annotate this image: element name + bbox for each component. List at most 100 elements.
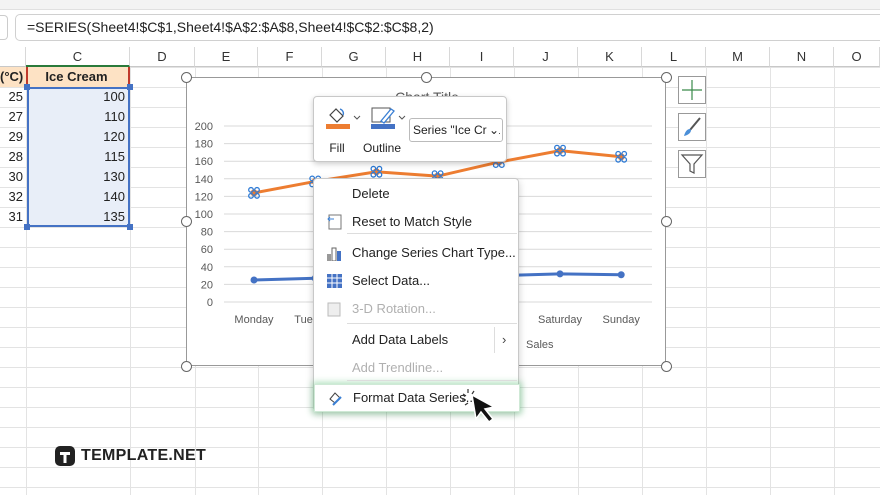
cell-C6[interactable]: 130 — [28, 167, 128, 187]
y-tick-label: 160 — [195, 156, 213, 168]
resize-handle[interactable] — [181, 72, 192, 83]
column-header-O[interactable]: O — [834, 47, 880, 67]
menu-divider — [347, 380, 517, 381]
column-header-N[interactable]: N — [770, 47, 834, 67]
x-tick-label: Saturday — [538, 314, 583, 326]
rotation-icon — [327, 302, 341, 317]
chart-type-icon — [327, 247, 341, 261]
column-header-H[interactable]: H — [386, 47, 450, 67]
menu-divider — [347, 323, 517, 324]
data-point[interactable] — [250, 276, 258, 284]
menu-item-add-data-labels[interactable]: Add Data Labels › — [314, 327, 520, 353]
x-tick-label: Monday — [234, 314, 274, 326]
column-header-J[interactable]: J — [514, 47, 578, 67]
resize-handle[interactable] — [661, 216, 672, 227]
cell-B4[interactable]: 29 — [0, 127, 26, 147]
cell-B5[interactable]: 28 — [0, 147, 26, 167]
filter-icon — [680, 154, 704, 174]
logo-text: TEMPLATE.NET — [81, 447, 207, 464]
y-tick-label: 180 — [195, 139, 213, 151]
cell-C8[interactable]: 135 — [28, 207, 128, 227]
format-series-icon — [329, 392, 342, 406]
fill-button[interactable]: Fill — [324, 105, 364, 160]
menu-divider — [347, 233, 517, 234]
cell-C5[interactable]: 115 — [28, 147, 128, 167]
column-header-G[interactable]: G — [322, 47, 386, 67]
paint-bucket-icon — [326, 108, 361, 129]
menu-item-reset-to-match-style[interactable]: Reset to Match Style — [314, 209, 520, 235]
menu-item-label: Reset to Match Style — [352, 214, 472, 229]
select-data-icon — [327, 274, 342, 288]
y-tick-label: 140 — [195, 174, 213, 186]
menu-item-label: Delete — [352, 186, 390, 201]
resize-handle[interactable] — [661, 361, 672, 372]
cell-C3[interactable]: 110 — [28, 107, 128, 127]
column-header-L[interactable]: L — [642, 47, 706, 67]
column-header-K[interactable]: K — [578, 47, 642, 67]
cell-B2[interactable]: 25 — [0, 87, 26, 107]
reset-style-icon — [327, 214, 342, 230]
menu-item-label: Change Series Chart Type... — [352, 245, 516, 260]
cell-B3[interactable]: 27 — [0, 107, 26, 127]
y-tick-label: 100 — [195, 209, 213, 221]
column-header-B[interactable] — [0, 47, 26, 67]
menu-item-add-trendline: Add Trendline... — [314, 355, 520, 381]
brush-icon — [684, 117, 701, 136]
cell-C1[interactable]: Ice Cream Sales — [26, 67, 130, 104]
series-select-dropdown[interactable]: Series "Ice Crea ⌄ — [409, 118, 503, 142]
resize-handle[interactable] — [181, 216, 192, 227]
menu-item-select-data[interactable]: Select Data... — [314, 268, 520, 294]
y-tick-label: 60 — [201, 244, 213, 256]
cell-C2[interactable]: 100 — [28, 87, 128, 107]
column-header-F[interactable]: F — [258, 47, 322, 67]
menu-item-label: Format Data Series... — [353, 390, 477, 405]
cell-B6[interactable]: 30 — [0, 167, 26, 187]
resize-handle[interactable] — [661, 72, 672, 83]
pen-outline-icon — [371, 107, 406, 129]
data-point[interactable] — [617, 271, 625, 279]
chevron-right-icon: › — [494, 327, 506, 353]
menu-item-3-d-rotation: 3-D Rotation... — [314, 296, 520, 322]
cell-C4[interactable]: 120 — [28, 127, 128, 147]
y-tick-label: 20 — [201, 279, 213, 291]
fx-button[interactable] — [0, 15, 8, 40]
mouse-cursor-icon — [462, 389, 497, 424]
template-net-logo: TEMPLATE.NET — [55, 446, 206, 466]
y-tick-label: 0 — [207, 297, 213, 309]
y-tick-label: 40 — [201, 262, 213, 274]
plus-icon — [682, 80, 702, 100]
menu-item-change-series-chart-type[interactable]: Change Series Chart Type... — [314, 240, 520, 266]
cell-B7[interactable]: 32 — [0, 187, 26, 207]
formula-input[interactable]: =SERIES(Sheet4!$C$1,Sheet4!$A$2:$A$8,She… — [15, 14, 880, 41]
cell-C7[interactable]: 140 — [28, 187, 128, 207]
mini-format-toolbar: Fill Outline Series "Ice Crea ⌄ — [313, 96, 507, 162]
cell-B1[interactable]: (°C) — [0, 67, 26, 87]
chevron-down-icon: ⌄ — [486, 119, 499, 141]
y-tick-label: 200 — [195, 121, 213, 133]
column-header-I[interactable]: I — [450, 47, 514, 67]
data-point[interactable] — [556, 270, 564, 278]
template-logo-icon — [55, 446, 75, 466]
chart-filters-button[interactable] — [678, 150, 706, 178]
legend-entry-ice-cream-sales[interactable]: Sales — [526, 339, 554, 351]
ribbon-edge — [0, 0, 880, 10]
menu-item-label: Select Data... — [352, 273, 431, 288]
resize-handle[interactable] — [181, 361, 192, 372]
column-header-M[interactable]: M — [706, 47, 770, 67]
cell-B8[interactable]: 31 — [0, 207, 26, 227]
column-header-C[interactable]: C — [26, 47, 130, 67]
resize-handle[interactable] — [421, 72, 432, 83]
menu-item-label: Add Trendline... — [352, 360, 444, 375]
y-tick-label: 80 — [201, 227, 213, 239]
chart-styles-button[interactable] — [678, 113, 706, 141]
y-tick-label: 120 — [195, 191, 213, 203]
fill-label: Fill — [329, 141, 345, 155]
x-tick-label: Sunday — [603, 314, 641, 326]
menu-item-label: Add Data Labels — [352, 332, 449, 347]
column-header-E[interactable]: E — [195, 47, 258, 67]
context-menu: Delete Reset to Match Style Change Series … — [313, 178, 520, 412]
menu-item-delete[interactable]: Delete — [314, 181, 520, 207]
outline-label: Outline — [363, 141, 402, 155]
chart-elements-button[interactable] — [678, 76, 706, 104]
column-header-D[interactable]: D — [130, 47, 195, 67]
